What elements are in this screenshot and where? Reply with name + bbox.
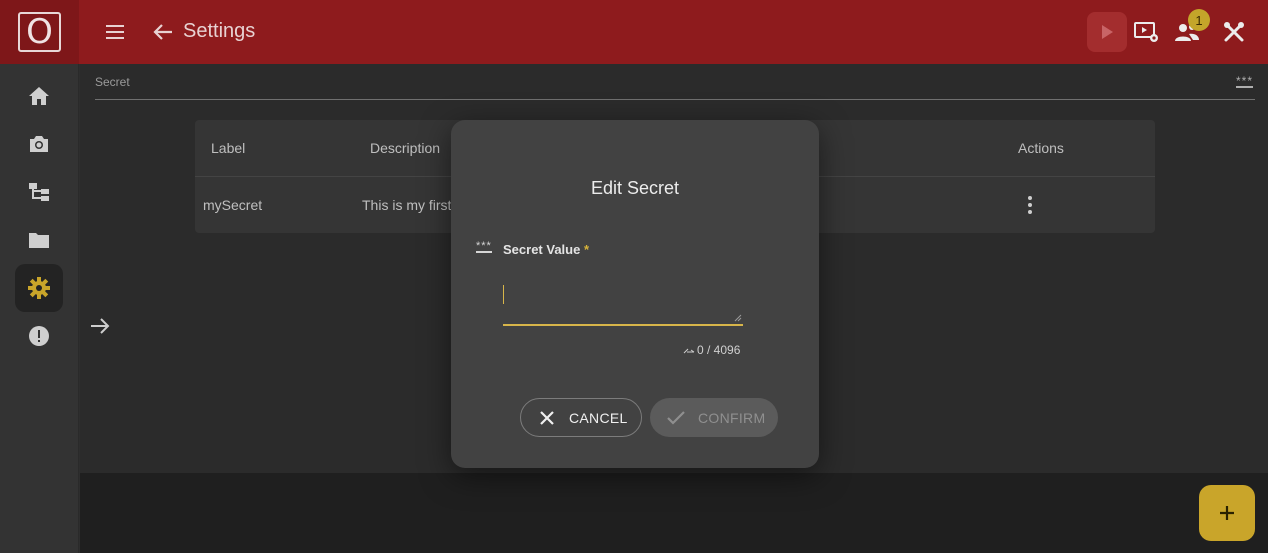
check-icon: [667, 410, 685, 425]
top-bar: O Settings 1: [0, 0, 1268, 64]
play-button[interactable]: [1087, 12, 1127, 52]
counter-text: 0 / 4096: [697, 343, 741, 357]
sidebar-item-settings[interactable]: [15, 264, 63, 312]
close-icon: [540, 410, 554, 425]
logo-area[interactable]: O: [0, 0, 79, 64]
video-settings-icon: [1134, 22, 1158, 42]
character-counter: 0 / 4096: [683, 343, 740, 357]
cancel-label: CANCEL: [569, 409, 628, 426]
bottom-panel: [80, 473, 1268, 553]
gear-icon: [28, 277, 50, 299]
sidebar-item-alerts[interactable]: [15, 312, 63, 360]
home-icon: [29, 87, 49, 105]
sidebar-item-folder[interactable]: [15, 216, 63, 264]
camera-icon: [30, 136, 48, 152]
password-icon: ***: [476, 240, 492, 253]
app-logo: O: [18, 12, 61, 52]
menu-icon: [106, 25, 124, 39]
secret-value-label-text: Secret Value: [503, 242, 581, 257]
secret-value-label: Secret Value *: [503, 242, 589, 257]
hierarchy-icon: [29, 183, 49, 201]
alert-icon: [29, 326, 49, 346]
secret-value-input[interactable]: [503, 278, 743, 326]
text-caret: [503, 285, 504, 304]
characters-icon: [683, 348, 695, 354]
arrow-left-icon: [153, 24, 172, 40]
edit-secret-dialog: Edit Secret *** Secret Value * 0 / 4096 …: [451, 120, 819, 468]
back-button[interactable]: [150, 18, 176, 46]
confirm-button[interactable]: CONFIRM: [650, 398, 778, 437]
play-icon: [1102, 25, 1113, 39]
notification-badge: 1: [1188, 9, 1210, 31]
add-secret-button[interactable]: [1199, 485, 1255, 541]
sidebar-item-camera[interactable]: [15, 120, 63, 168]
tools-icon: [1224, 22, 1244, 42]
confirm-label: CONFIRM: [698, 409, 766, 426]
cancel-button[interactable]: CANCEL: [520, 398, 642, 437]
sidebar: [0, 64, 79, 553]
sidebar-item-hierarchy[interactable]: [15, 168, 63, 216]
page-title: Settings: [183, 20, 256, 42]
plus-icon: [1220, 506, 1234, 520]
tools-button[interactable]: [1220, 18, 1248, 46]
required-mark: *: [583, 242, 590, 257]
folder-icon: [29, 233, 49, 248]
dialog-title: Edit Secret: [590, 178, 680, 198]
menu-button[interactable]: [100, 18, 130, 46]
resize-handle-icon[interactable]: [734, 314, 742, 322]
video-settings-button[interactable]: [1133, 18, 1161, 46]
sidebar-item-home[interactable]: [15, 72, 63, 120]
